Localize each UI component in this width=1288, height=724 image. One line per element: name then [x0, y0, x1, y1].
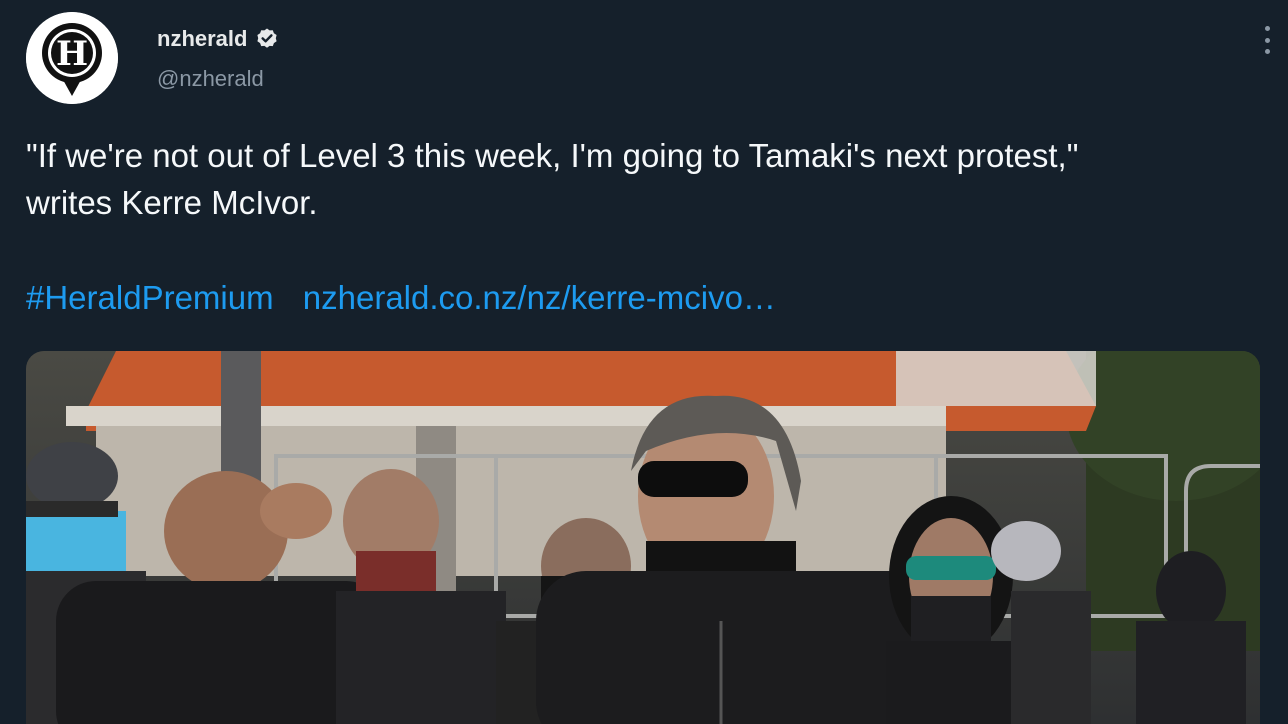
author-handle[interactable]: @nzherald	[157, 66, 264, 92]
nz-herald-logo-icon: H	[26, 12, 118, 104]
svg-text:H: H	[56, 34, 88, 74]
tweet-text-line: "If we're not out of Level 3 this week, …	[26, 137, 1079, 174]
article-link[interactable]: nzherald.co.nz/nz/kerre-mcivo…	[303, 279, 776, 316]
tweet-text: "If we're not out of Level 3 this week, …	[26, 132, 1266, 226]
more-dot	[1264, 26, 1270, 31]
author-name-row: nzherald	[157, 26, 279, 52]
photo-icon	[26, 351, 1260, 724]
tweet-text-line: writes Kerre McIvor.	[26, 184, 318, 221]
tweet-links: #HeraldPremium nzherald.co.nz/nz/kerre-m…	[26, 276, 776, 320]
author-display-name[interactable]: nzherald	[157, 26, 247, 52]
hashtag-link[interactable]: #HeraldPremium	[26, 279, 274, 316]
more-options-icon[interactable]	[1258, 26, 1276, 54]
tweet-photo[interactable]	[26, 351, 1260, 724]
verified-badge-icon	[255, 27, 279, 51]
author-avatar[interactable]: H	[26, 12, 118, 104]
more-dot	[1264, 37, 1270, 43]
tweet: H nzherald @nzherald "If we're not out o…	[0, 0, 1288, 724]
more-dot	[1264, 49, 1270, 54]
